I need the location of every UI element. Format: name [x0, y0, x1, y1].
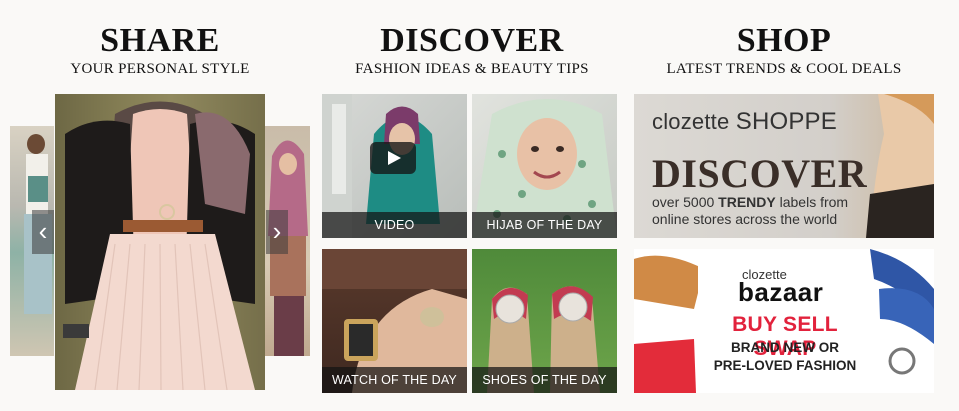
share-carousel[interactable]: ‹ › — [10, 94, 310, 390]
tile-video-caption: VIDEO — [322, 212, 467, 238]
discover-header: DISCOVER FASHION IDEAS & BEAUTY TIPS — [330, 22, 614, 78]
share-subtitle: YOUR PERSONAL STYLE — [70, 61, 250, 77]
bazaar-panel: clozette bazaar BUY SELL SWAP BRAND NEW … — [698, 265, 872, 381]
shop-title: SHOP — [736, 22, 832, 59]
shoppe-line1-pre: over 5000 — [652, 194, 715, 210]
share-title: SHARE — [100, 22, 220, 59]
shoppe-brand-suffix: SHOPPE — [735, 108, 837, 135]
shoppe-line1-post: labels from — [779, 194, 849, 210]
carousel-prev-button[interactable]: ‹ — [32, 210, 54, 254]
share-header: SHARE YOUR PERSONAL STYLE — [40, 22, 280, 78]
discover-subtitle: FASHION IDEAS & BEAUTY TIPS — [355, 61, 589, 77]
tile-shoes-of-the-day[interactable]: SHOES OF THE DAY — [472, 249, 617, 393]
chevron-left-icon: ‹ — [38, 216, 48, 246]
tile-watch-of-the-day[interactable]: WATCH OF THE DAY — [322, 249, 467, 393]
shop-header: SHOP LATEST TRENDS & COOL DEALS — [640, 22, 928, 78]
shop-shoppe-banner[interactable]: clozette SHOPPE DISCOVER over 5000 TREND… — [634, 94, 934, 238]
shoppe-line1-bold: TRENDY — [718, 194, 776, 210]
tile-watch-caption: WATCH OF THE DAY — [322, 367, 467, 393]
bazaar-line1: BRAND NEW OR — [731, 340, 839, 355]
chevron-right-icon: › — [272, 216, 282, 246]
video-play-button[interactable] — [370, 142, 416, 174]
shop-subtitle: LATEST TRENDS & COOL DEALS — [666, 61, 902, 77]
shoppe-line1: over 5000 TRENDY labels from — [652, 194, 848, 210]
carousel-main-photo[interactable] — [55, 94, 265, 390]
tile-hijab-caption: HIJAB OF THE DAY — [472, 212, 617, 238]
carousel-next-button[interactable]: › — [266, 210, 288, 254]
outfit-photo-illustration — [55, 94, 265, 390]
tile-video[interactable]: VIDEO — [322, 94, 467, 238]
shoppe-logo: clozette SHOPPE — [652, 108, 837, 136]
shop-bazaar-banner[interactable]: clozette bazaar BUY SELL SWAP BRAND NEW … — [634, 249, 934, 393]
tile-hijab-of-the-day[interactable]: HIJAB OF THE DAY — [472, 94, 617, 238]
shoppe-headline: DISCOVER — [652, 151, 868, 196]
discover-title: DISCOVER — [380, 22, 564, 59]
tile-shoes-caption: SHOES OF THE DAY — [472, 367, 617, 393]
shoppe-line2: online stores across the world — [652, 211, 838, 227]
bazaar-brand-main: bazaar — [738, 277, 824, 307]
bazaar-line2: PRE-LOVED FASHION — [713, 358, 857, 373]
shoppe-brand: clozette — [652, 109, 730, 134]
